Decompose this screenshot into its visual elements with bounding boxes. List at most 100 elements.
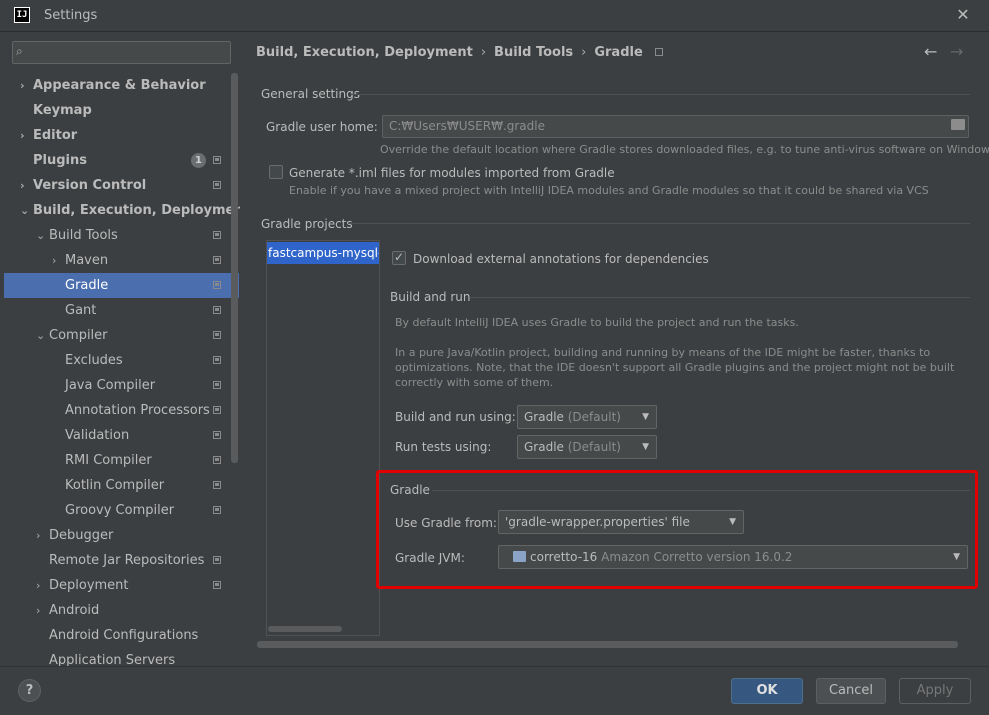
ok-button[interactable]: OK — [731, 678, 803, 704]
sidebar-item-deployment[interactable]: › Deployment — [4, 573, 239, 598]
forward-arrow-icon[interactable]: → — [950, 42, 963, 61]
sidebar-item-label: Editor — [33, 128, 78, 143]
sidebar-item-java-compiler[interactable]: Java Compiler — [4, 373, 239, 398]
sidebar-item-android-configurations[interactable]: Android Configurations — [4, 623, 239, 648]
select-value-default: (Default) — [567, 440, 621, 454]
sidebar-item-label: Version Control — [33, 178, 147, 193]
sidebar-item-validation[interactable]: Validation — [4, 423, 239, 448]
project-settings-icon — [213, 281, 221, 289]
back-arrow-icon[interactable]: ← — [924, 42, 937, 61]
sidebar-item-kotlin-compiler[interactable]: Kotlin Compiler — [4, 473, 239, 498]
intellij-logo-icon: IJ — [14, 7, 30, 23]
sidebar-item-label: Debugger — [49, 528, 114, 543]
download-annotations-checkbox[interactable] — [392, 250, 406, 265]
sidebar-item-label: Groovy Compiler — [65, 503, 175, 518]
project-settings-icon — [654, 48, 663, 56]
project-settings-icon — [213, 506, 221, 514]
project-settings-icon — [213, 581, 221, 589]
sidebar-item-android[interactable]: › Android — [4, 598, 239, 623]
select-value: Gradle — [524, 410, 564, 424]
build-and-run-title: Build and run — [390, 290, 471, 304]
sidebar-item-label: Deployment — [49, 578, 129, 593]
chevron-right-icon: › — [20, 129, 25, 142]
sidebar-item-gant[interactable]: Gant — [4, 298, 239, 323]
projects-horizontal-scrollbar[interactable] — [268, 626, 342, 632]
sidebar-item-label: Build Tools — [49, 228, 118, 243]
breadcrumb-gradle: Gradle — [594, 45, 643, 60]
sidebar-item-label: Gant — [65, 303, 97, 318]
sidebar-item-rmi-compiler[interactable]: RMI Compiler — [4, 448, 239, 473]
project-settings-icon — [213, 331, 221, 339]
sidebar-item-label: Android — [49, 603, 100, 618]
sidebar-item-build-tools[interactable]: ⌄ Build Tools — [4, 223, 239, 248]
search-input[interactable] — [12, 41, 231, 64]
sidebar-item-label: Keymap — [33, 103, 92, 118]
sidebar-item-label: Gradle — [65, 278, 109, 293]
build-run-note-line: In a pure Java/Kotlin project, building … — [395, 346, 931, 359]
cancel-button[interactable]: Cancel — [816, 678, 886, 704]
divider — [350, 94, 970, 95]
sidebar-scrollbar[interactable] — [231, 73, 238, 463]
sidebar-item-label: RMI Compiler — [65, 453, 152, 468]
chevron-right-icon: › — [36, 604, 41, 617]
sidebar-item-label: Excludes — [65, 353, 123, 368]
sidebar-item-build-execution-deployment[interactable]: ⌄ Build, Execution, Deployment — [4, 198, 250, 223]
help-button[interactable]: ? — [18, 679, 41, 702]
settings-tree: › Appearance & Behavior Keymap › Editor Pl… — [4, 73, 250, 673]
sidebar-item-debugger[interactable]: › Debugger — [4, 523, 239, 548]
title-bar — [0, 0, 989, 32]
list-item[interactable]: fastcampus-mysql-ir — [267, 242, 379, 264]
sidebar-item-annotation-processors[interactable]: Annotation Processors — [4, 398, 239, 423]
sidebar-item-groovy-compiler[interactable]: Groovy Compiler — [4, 498, 239, 523]
project-settings-icon — [213, 181, 221, 189]
build-and-run-using-label: Build and run using: — [395, 410, 516, 424]
sidebar-item-excludes[interactable]: Excludes — [4, 348, 239, 373]
dropdown-arrow-icon: ▼ — [642, 412, 649, 422]
sidebar-item-label: Compiler — [49, 328, 108, 343]
chevron-down-icon: ⌄ — [36, 229, 46, 242]
gradle-user-home-field[interactable]: C:₩Users₩USER₩.gradle — [382, 115, 969, 138]
sidebar-item-remote-jar-repositories[interactable]: Remote Jar Repositories — [4, 548, 239, 573]
chevron-down-icon: ⌄ — [36, 329, 46, 342]
chevron-right-icon: › — [36, 529, 41, 542]
breadcrumb-build-tools[interactable]: Build Tools — [494, 45, 573, 60]
chevron-right-icon: › — [20, 179, 25, 192]
chevron-right-icon: › — [36, 579, 41, 592]
project-settings-icon — [213, 431, 221, 439]
chevron-right-icon: › — [20, 79, 25, 92]
apply-button[interactable]: Apply — [899, 678, 971, 704]
sidebar-item-plugins[interactable]: Plugins 1 — [4, 148, 239, 173]
sidebar-item-version-control[interactable]: › Version Control — [4, 173, 239, 198]
general-settings-title: General settings — [261, 87, 360, 101]
run-tests-using-select[interactable]: Gradle (Default) ▼ — [517, 435, 657, 459]
generate-iml-checkbox[interactable] — [269, 165, 283, 179]
build-run-note-line: optimizations. Note, that the IDE doesn'… — [395, 361, 955, 374]
build-and-run-using-select[interactable]: Gradle (Default) ▼ — [517, 405, 657, 429]
project-settings-icon — [213, 481, 221, 489]
sidebar-item-keymap[interactable]: Keymap — [4, 98, 239, 123]
sidebar-item-label: Kotlin Compiler — [65, 478, 165, 493]
chevron-right-icon: › — [52, 254, 57, 267]
window-title: Settings — [44, 8, 98, 23]
project-settings-icon — [213, 456, 221, 464]
folder-icon[interactable] — [951, 119, 965, 130]
sidebar-item-label: Maven — [65, 253, 109, 268]
generate-iml-hint: Enable if you have a mixed project with … — [289, 184, 929, 197]
highlight-annotation-box — [376, 470, 978, 589]
sidebar-item-appearance-behavior[interactable]: › Appearance & Behavior — [4, 73, 239, 98]
sidebar-item-compiler[interactable]: ⌄ Compiler — [4, 323, 239, 348]
sidebar-item-editor[interactable]: › Editor — [4, 123, 239, 148]
breadcrumb: Build, Execution, Deployment › Build Tools… — [256, 45, 663, 60]
sidebar-item-label: Java Compiler — [65, 378, 156, 393]
gradle-projects-list — [266, 240, 380, 636]
project-settings-icon — [213, 356, 221, 364]
chevron-down-icon: ⌄ — [20, 204, 30, 217]
close-icon[interactable]: ✕ — [952, 4, 974, 26]
divider — [470, 297, 970, 298]
sidebar-item-maven[interactable]: › Maven — [4, 248, 239, 273]
gradle-projects-title: Gradle projects — [261, 217, 353, 231]
sidebar-item-gradle[interactable]: Gradle — [4, 273, 239, 298]
main-horizontal-scrollbar[interactable] — [257, 641, 958, 648]
breadcrumb-build-execution-deployment[interactable]: Build, Execution, Deployment — [256, 45, 473, 60]
sidebar-item-label: Validation — [65, 428, 130, 443]
